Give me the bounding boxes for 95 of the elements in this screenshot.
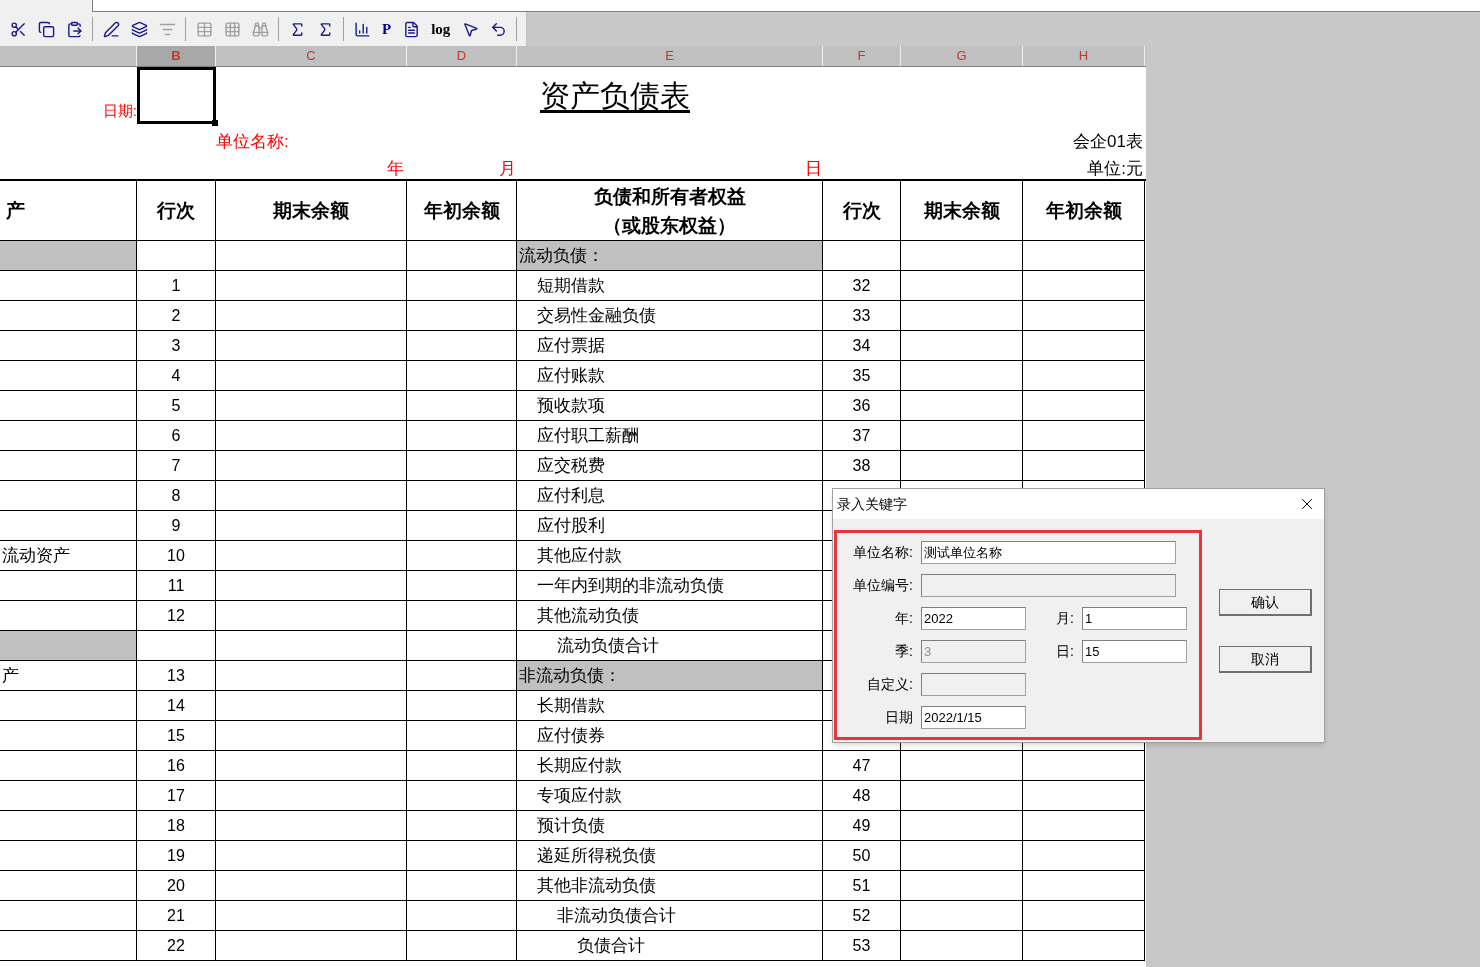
field-label: 单位编号: xyxy=(852,576,914,595)
table-cell: 9 xyxy=(137,511,216,541)
toolbar-button[interactable]: log xyxy=(427,17,455,41)
table-cell: 流动负债： xyxy=(517,241,823,271)
table-cell: 专项应付款 xyxy=(517,781,823,811)
text-field[interactable]: 测试单位名称 xyxy=(921,541,1176,564)
date-label: 日期: xyxy=(102,100,137,121)
table-cell: 3 xyxy=(137,331,216,361)
table-cell: 32 xyxy=(823,271,901,301)
table-cell: 37 xyxy=(823,421,901,451)
table-cell: 短期借款 xyxy=(517,271,823,301)
table-cell: 21 xyxy=(137,901,216,931)
table-cell: 15 xyxy=(137,721,216,751)
table-cell: 48 xyxy=(823,781,901,811)
table-cell: 一年内到期的非流动负债 xyxy=(517,571,823,601)
text-field[interactable]: 1 xyxy=(1082,607,1187,630)
table-cell: 5 xyxy=(137,391,216,421)
table-cell: 其他非流动负债 xyxy=(517,871,823,901)
table-cell: 36 xyxy=(823,391,901,421)
column-heading: 行次 xyxy=(137,181,216,241)
day-label: 日 xyxy=(805,159,823,179)
table-cell: 其他应付款 xyxy=(517,541,823,571)
table-cell: 47 xyxy=(823,751,901,781)
table-cell: 其他流动负债 xyxy=(517,601,823,631)
year-label: 年 xyxy=(387,159,404,179)
table-cell: 6 xyxy=(137,421,216,451)
table-cell: 交易性金融负债 xyxy=(517,301,823,331)
table-cell: 应付账款 xyxy=(517,361,823,391)
currency-unit: 单位:元 xyxy=(1087,159,1143,179)
month-label: 月 xyxy=(499,159,516,179)
dialog-button[interactable]: 取消 xyxy=(1219,646,1312,673)
text-field[interactable]: 2022/1/15 xyxy=(921,706,1026,729)
table-cell: 应交税费 xyxy=(517,451,823,481)
table-cell: 52 xyxy=(823,901,901,931)
table-cell: 12 xyxy=(137,601,216,631)
column-heading: 行次 xyxy=(823,181,901,241)
table-cell: 14 xyxy=(137,691,216,721)
sheet-title: 资产负债表 xyxy=(540,77,690,115)
field-label: 日: xyxy=(1055,642,1075,661)
table-cell: 应付股利 xyxy=(517,511,823,541)
field-label: 季: xyxy=(894,642,914,661)
text-field[interactable]: 15 xyxy=(1082,640,1187,663)
table-cell: 11 xyxy=(137,571,216,601)
table-cell: 预计负债 xyxy=(517,811,823,841)
table-cell: 53 xyxy=(823,931,901,961)
table-cell: 16 xyxy=(137,751,216,781)
table-cell: 13 xyxy=(137,661,216,691)
field-label: 日期 xyxy=(884,708,914,727)
table-cell: 长期借款 xyxy=(517,691,823,721)
table-cell: 7 xyxy=(137,451,216,481)
column-heading: 年初余额 xyxy=(1023,181,1145,241)
table-cell: 流动资产 xyxy=(0,541,137,571)
dialog-title: 录入关键字 xyxy=(837,494,907,514)
text-field[interactable]: 2022 xyxy=(921,607,1026,630)
table-cell: 2 xyxy=(137,301,216,331)
table-cell: 51 xyxy=(823,871,901,901)
table-cell: 产 xyxy=(0,661,137,691)
column-heading: 期末余额 xyxy=(901,181,1023,241)
dialog-button[interactable]: 确认 xyxy=(1219,589,1312,616)
table-cell: 应付职工薪酬 xyxy=(517,421,823,451)
table-cell: 递延所得税负债 xyxy=(517,841,823,871)
column-heading: 期末余额 xyxy=(216,181,407,241)
table-cell: 33 xyxy=(823,301,901,331)
table-cell: 50 xyxy=(823,841,901,871)
table-cell: 34 xyxy=(823,331,901,361)
table-cell: 20 xyxy=(137,871,216,901)
table-cell: 应付利息 xyxy=(517,481,823,511)
table-cell: 应付债券 xyxy=(517,721,823,751)
table-cell: 38 xyxy=(823,451,901,481)
table-cell: 4 xyxy=(137,361,216,391)
field-label: 自定义: xyxy=(866,675,914,694)
table-cell: 10 xyxy=(137,541,216,571)
column-heading: 年初余额 xyxy=(407,181,517,241)
table-cell: 非流动负债合计 xyxy=(517,901,823,931)
selected-cell[interactable] xyxy=(137,67,216,124)
table-cell: 8 xyxy=(137,481,216,511)
table-cell: 1 xyxy=(137,271,216,301)
field-label: 年: xyxy=(894,609,914,628)
table-cell: 17 xyxy=(137,781,216,811)
field-label: 单位名称: xyxy=(852,543,914,562)
table-cell: 应付票据 xyxy=(517,331,823,361)
table-cell: 19 xyxy=(137,841,216,871)
form-code: 会企01表 xyxy=(1073,130,1143,153)
table-cell: 18 xyxy=(137,811,216,841)
field-label: 月: xyxy=(1055,609,1075,628)
table-cell: 35 xyxy=(823,361,901,391)
formula-field[interactable] xyxy=(92,0,1480,12)
table-cell: 49 xyxy=(823,811,901,841)
table-cell: 预收款项 xyxy=(517,391,823,421)
table-cell: 长期应付款 xyxy=(517,751,823,781)
table-cell: 非流动负债： xyxy=(517,661,823,691)
table-cell: 负债合计 xyxy=(517,931,823,961)
table-cell: 22 xyxy=(137,931,216,961)
toolbar-button[interactable]: P xyxy=(378,17,396,41)
unit-name-label: 单位名称: xyxy=(216,130,289,153)
